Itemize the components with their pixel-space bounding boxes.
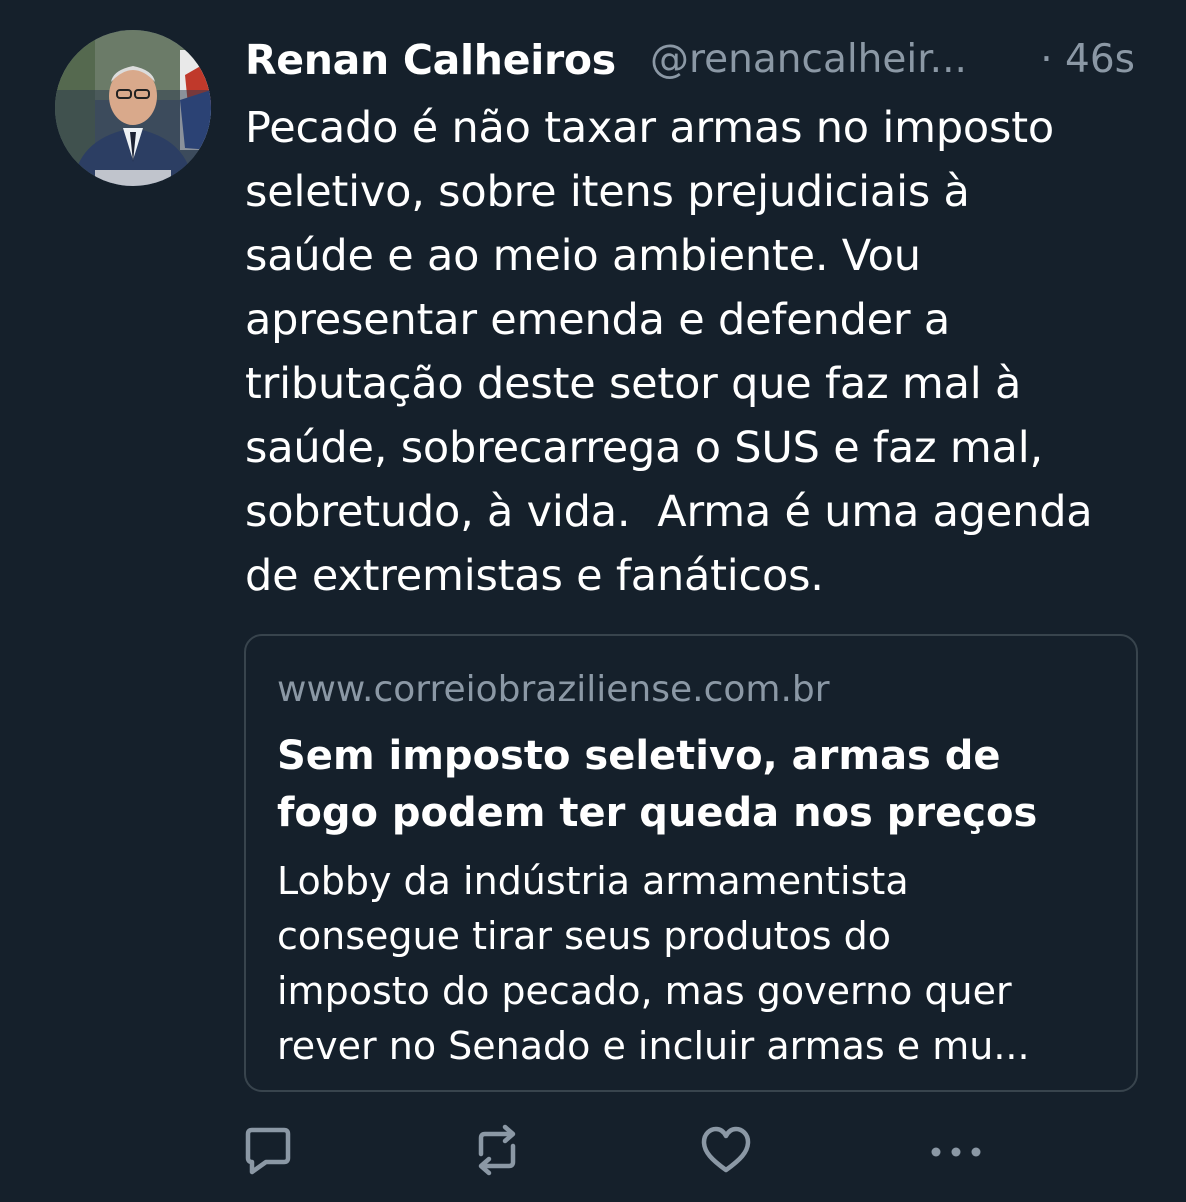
tweet-text-line: tributação deste setor que faz mal à: [245, 359, 1022, 409]
tweet-text-line: apresentar emenda e defender a: [245, 295, 951, 345]
author-handle[interactable]: @renancalheir...: [650, 34, 967, 86]
card-description-line: Lobby da indústria armamentista: [277, 859, 909, 903]
card-title-line: fogo podem ter queda nos preços: [277, 790, 1038, 836]
tweet[interactable]: Renan Calheiros @renancalheir... · 46s P…: [0, 0, 1186, 1202]
tweet-header: Renan Calheiros @renancalheir... · 46s: [245, 34, 1145, 86]
tweet-text-line: seletivo, sobre itens prejudiciais à: [245, 167, 970, 217]
heart-icon: [701, 1126, 751, 1173]
card-title-line: Sem imposto seletivo, armas de: [277, 733, 1001, 779]
card-description-line: consegue tirar seus produtos do: [277, 914, 892, 958]
retweet-button[interactable]: [467, 1120, 527, 1180]
card-domain: www.correiobraziliense.com.br: [277, 669, 830, 710]
tweet-text-line: de extremistas e fanáticos.: [245, 551, 824, 601]
retweet-icon: [478, 1124, 516, 1176]
card-description-line: rever no Senado e incluir armas e mu...: [277, 1024, 1030, 1068]
tweet-text-line: Pecado é não taxar armas no imposto: [245, 103, 1054, 153]
comment-icon: [245, 1127, 291, 1175]
card-description-line: imposto do pecado, mas governo quer: [277, 969, 1012, 1013]
card-title: Sem imposto seletivo, armas de fogo pode…: [277, 728, 1117, 842]
tweet-text-line: saúde, sobrecarrega o SUS e faz mal,: [245, 423, 1043, 473]
more-button[interactable]: [926, 1120, 986, 1180]
tweet-text-line: sobretudo, à vida. Arma é uma agenda: [245, 487, 1093, 537]
timestamp[interactable]: · 46s: [1040, 34, 1135, 86]
link-preview-card[interactable]: www.correiobraziliense.com.br Sem impost…: [244, 634, 1138, 1092]
more-dots-icon: [931, 1147, 981, 1157]
avatar[interactable]: [55, 30, 211, 186]
tweet-text: Pecado é não taxar armas no imposto sele…: [245, 96, 1155, 608]
action-bar: [0, 1120, 1186, 1190]
author-name[interactable]: Renan Calheiros: [245, 36, 616, 84]
tweet-text-line: saúde e ao meio ambiente. Vou: [245, 231, 921, 281]
card-description: Lobby da indústria armamentista consegue…: [277, 854, 1117, 1074]
like-button[interactable]: [696, 1120, 756, 1180]
reply-button[interactable]: [238, 1120, 298, 1180]
